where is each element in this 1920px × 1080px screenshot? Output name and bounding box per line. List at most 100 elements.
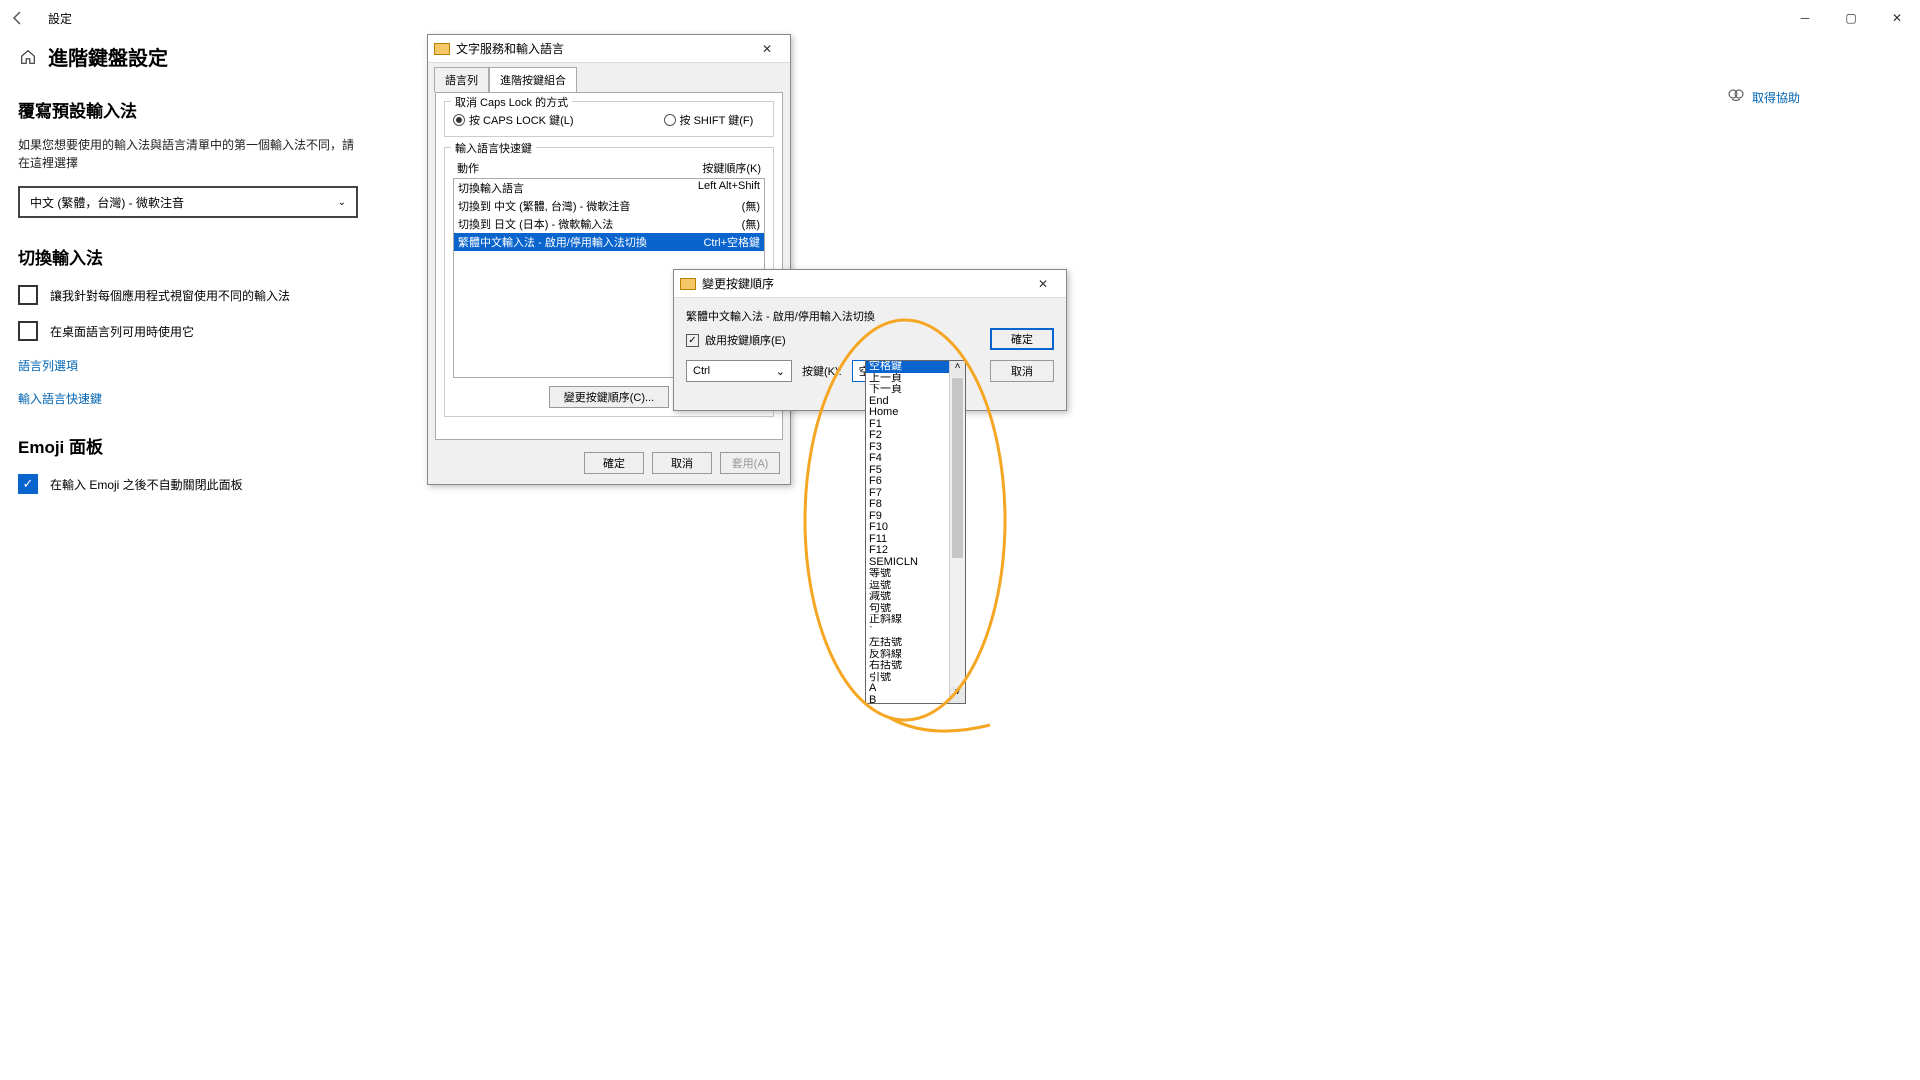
minimize-button[interactable]: ─ [1782, 0, 1828, 36]
dropdown-option[interactable]: 右括號 [866, 660, 949, 672]
capslock-radio-shift[interactable]: 按 SHIFT 鍵(F) [664, 112, 754, 128]
capslock-radio-caps-label: 按 CAPS LOCK 鍵(L) [469, 112, 574, 128]
dialog2-titlebar[interactable]: 變更按鍵順序 ✕ [674, 270, 1066, 298]
modifier-value: Ctrl [693, 365, 710, 377]
dialog2-cancel-button[interactable]: 取消 [990, 360, 1054, 382]
dropdown-option[interactable]: SEMICLN [866, 557, 949, 569]
per-app-ime-checkbox[interactable] [18, 285, 38, 305]
chevron-down-icon: ⌄ [338, 197, 346, 208]
dropdown-option[interactable]: F11 [866, 534, 949, 546]
enable-key-sequence-checkbox[interactable]: ✓ [686, 334, 699, 347]
hotkey-row: 切換到 日文 (日本) - 微軟輸入法(無) [454, 215, 764, 233]
emoji-keepopen-label: 在輸入 Emoji 之後不自動關閉此面板 [50, 476, 243, 493]
section-override-desc: 如果您想要使用的輸入法與語言清單中的第一個輸入法不同，請在這裡選擇 [18, 136, 363, 172]
dropdown-option[interactable]: 減號 [866, 591, 949, 603]
dropdown-option[interactable]: F8 [866, 499, 949, 511]
dropdown-option[interactable]: 下一頁 [866, 384, 949, 396]
col-keyseq: 按鍵順序(K) [702, 160, 761, 176]
desktop-langbar-label: 在桌面語言列可用時使用它 [50, 323, 194, 340]
dropdown-scrollbar[interactable]: ˄ ˅ [949, 361, 965, 703]
dropdown-option[interactable]: Home [866, 407, 949, 419]
hotkeys-group-legend: 輸入語言快速鍵 [451, 140, 536, 156]
dropdown-option[interactable]: F5 [866, 465, 949, 477]
dropdown-option[interactable]: F1 [866, 419, 949, 431]
dialog2-title: 變更按鍵順序 [702, 275, 774, 292]
scroll-thumb[interactable] [952, 378, 963, 558]
dropdown-option[interactable]: F10 [866, 522, 949, 534]
language-bar-options-link[interactable]: 語言列選項 [18, 357, 378, 374]
page-title: 進階鍵盤設定 [48, 42, 168, 71]
dialog2-close-button[interactable]: ✕ [1026, 277, 1060, 291]
chevron-down-icon: ⌄ [776, 365, 785, 378]
dropdown-option[interactable]: 句號 [866, 603, 949, 615]
capslock-radio-shift-label: 按 SHIFT 鍵(F) [680, 112, 754, 128]
dropdown-option[interactable]: F3 [866, 442, 949, 454]
dropdown-option[interactable]: A [866, 683, 949, 695]
dropdown-option[interactable]: 正斜線 [866, 614, 949, 626]
dialog1-apply-button: 套用(A) [720, 452, 780, 474]
dropdown-option[interactable]: F9 [866, 511, 949, 523]
key-field-label: 按鍵(K): [802, 363, 842, 379]
dialog1-ok-button[interactable]: 確定 [584, 452, 644, 474]
dialog2-ok-button[interactable]: 確定 [990, 328, 1054, 350]
home-icon[interactable] [18, 47, 38, 67]
radio-on-icon [453, 114, 465, 126]
dropdown-option[interactable]: B [866, 695, 949, 704]
dropdown-option[interactable]: ` [866, 626, 949, 638]
default-ime-value: 中文 (繁體，台灣) - 微軟注音 [30, 194, 184, 211]
per-app-ime-label: 讓我針對每個應用程式視窗使用不同的輸入法 [50, 287, 290, 304]
modifier-dropdown[interactable]: Ctrl ⌄ [686, 360, 792, 382]
section-emoji-heading: Emoji 面板 [18, 433, 378, 458]
capslock-radio-caps[interactable]: 按 CAPS LOCK 鍵(L) [453, 112, 574, 128]
input-language-hotkeys-link[interactable]: 輸入語言快速鍵 [18, 390, 378, 407]
change-key-sequence-button[interactable]: 變更按鍵順序(C)... [549, 386, 669, 408]
desktop-langbar-checkbox[interactable] [18, 321, 38, 341]
capslock-group-legend: 取消 Caps Lock 的方式 [451, 94, 572, 110]
help-icon [1728, 88, 1744, 107]
dropdown-option[interactable]: F4 [866, 453, 949, 465]
scroll-down-button[interactable]: ˅ [950, 687, 965, 703]
dropdown-option[interactable]: 逗號 [866, 580, 949, 592]
close-button[interactable]: ✕ [1874, 0, 1920, 36]
dropdown-option[interactable]: F12 [866, 545, 949, 557]
dialog1-title: 文字服務和輸入語言 [456, 40, 564, 57]
col-action: 動作 [457, 160, 702, 176]
default-ime-dropdown[interactable]: 中文 (繁體，台灣) - 微軟注音 ⌄ [18, 186, 358, 218]
emoji-keepopen-checkbox[interactable] [18, 474, 38, 494]
dropdown-option[interactable]: F7 [866, 488, 949, 500]
dropdown-option[interactable]: End [866, 396, 949, 408]
keyboard-icon [680, 278, 696, 290]
tab-advanced-keys[interactable]: 進階按鍵組合 [489, 67, 577, 92]
get-help-link[interactable]: 取得協助 [1728, 88, 1800, 107]
window-titlebar: 設定 ─ ▢ ✕ [0, 0, 1920, 36]
section-switch-heading: 切換輸入法 [18, 244, 378, 269]
dropdown-option[interactable]: 左括號 [866, 637, 949, 649]
hotkey-row: 切換輸入語言Left Alt+Shift [454, 179, 764, 197]
radio-off-icon [664, 114, 676, 126]
back-button[interactable] [0, 10, 36, 26]
dropdown-option[interactable]: 等號 [866, 568, 949, 580]
key-dropdown-list[interactable]: 空格鍵上一頁下一頁EndHomeF1F2F3F4F5F6F7F8F9F10F11… [865, 360, 966, 704]
maximize-button[interactable]: ▢ [1828, 0, 1874, 36]
enable-key-sequence-label: 啟用按鍵順序(E) [705, 332, 786, 348]
dropdown-option[interactable]: 上一頁 [866, 373, 949, 385]
text-services-dialog: 文字服務和輸入語言 ✕ 語言列 進階按鍵組合 取消 Caps Lock 的方式 … [427, 34, 791, 485]
dropdown-option[interactable]: 反斜線 [866, 649, 949, 661]
tab-language-bar[interactable]: 語言列 [434, 67, 489, 92]
dropdown-option[interactable]: 空格鍵 [866, 361, 949, 373]
window-title: 設定 [48, 10, 72, 27]
dropdown-option[interactable]: F2 [866, 430, 949, 442]
dialog1-titlebar[interactable]: 文字服務和輸入語言 ✕ [428, 35, 790, 63]
get-help-label: 取得協助 [1752, 89, 1800, 106]
scroll-up-button[interactable]: ˄ [950, 361, 965, 377]
dropdown-option[interactable]: 引號 [866, 672, 949, 684]
capslock-group: 取消 Caps Lock 的方式 按 CAPS LOCK 鍵(L) 按 SHIF… [444, 101, 774, 137]
dropdown-option[interactable]: F6 [866, 476, 949, 488]
dialog1-cancel-button[interactable]: 取消 [652, 452, 712, 474]
dialog2-subtitle: 繁體中文輸入法 - 啟用/停用輸入法切換 [686, 308, 1054, 324]
settings-content: 進階鍵盤設定 覆寫預設輸入法 如果您想要使用的輸入法與語言清單中的第一個輸入法不… [18, 42, 378, 494]
dialog1-close-button[interactable]: ✕ [750, 42, 784, 56]
hotkey-row-selected: 繁體中文輸入法 - 啟用/停用輸入法切換Ctrl+空格鍵 [454, 233, 764, 251]
hotkey-row: 切換到 中文 (繁體, 台灣) - 微軟注音(無) [454, 197, 764, 215]
keyboard-icon [434, 43, 450, 55]
